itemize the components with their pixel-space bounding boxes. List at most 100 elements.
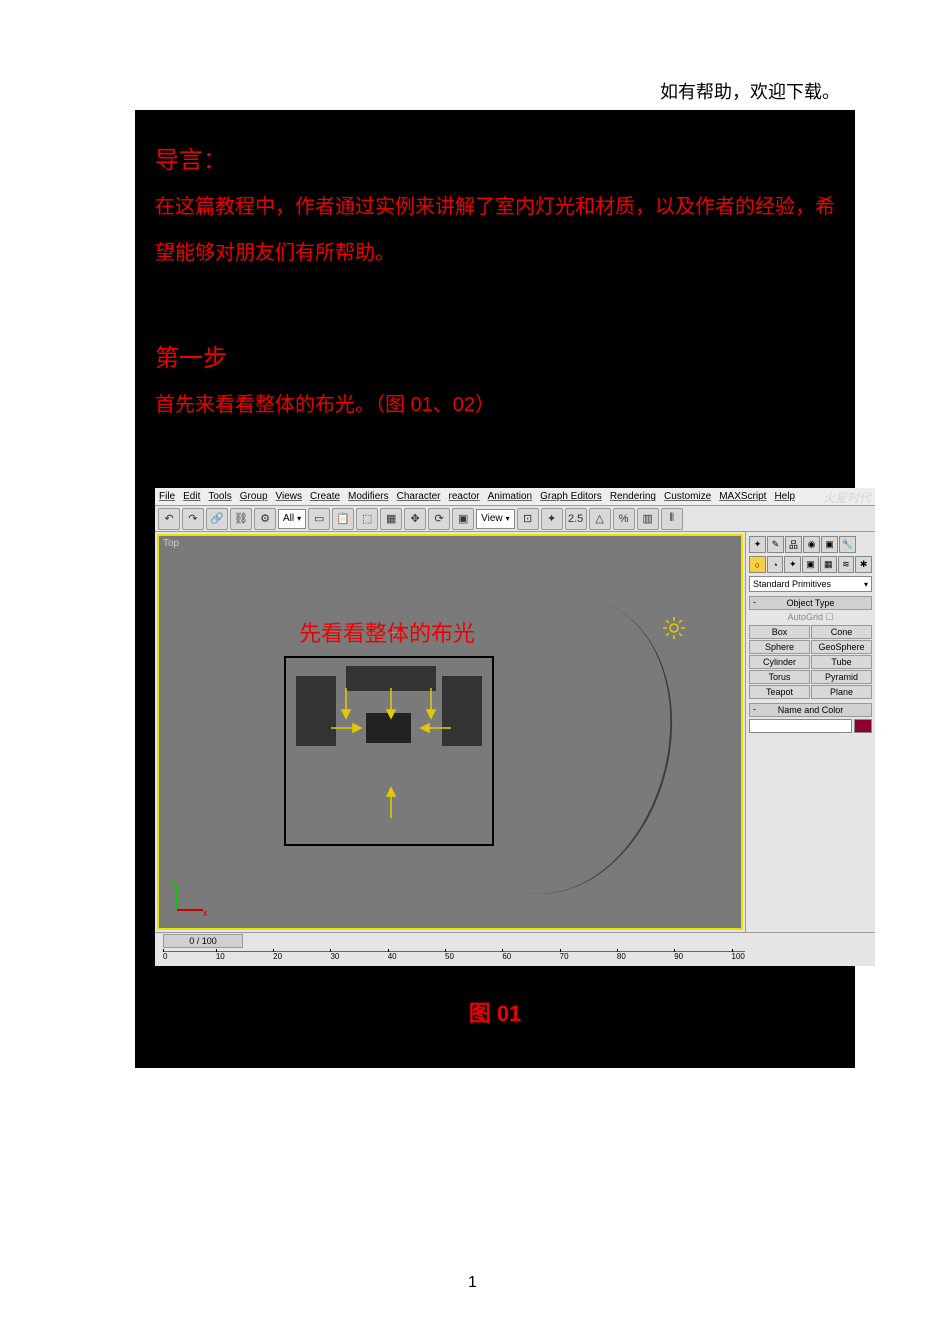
menu-file[interactable]: File	[159, 491, 175, 502]
manipulate-icon[interactable]: ✦	[541, 508, 563, 530]
helpers-tab-icon[interactable]: ▦	[820, 556, 837, 573]
tick: 10	[216, 952, 225, 965]
svg-text:y: y	[171, 878, 176, 888]
display-tab-icon[interactable]: ▣	[821, 536, 838, 553]
viewport-wrap: Top 先看看整体的布光	[155, 532, 745, 932]
menu-customize[interactable]: Customize	[664, 491, 711, 502]
rotate-icon[interactable]: ⟳	[428, 508, 450, 530]
lights-tab-icon[interactable]: ✦	[784, 556, 801, 573]
primitives-dropdown[interactable]: Standard Primitives	[749, 576, 872, 592]
cameras-tab-icon[interactable]: ▣	[802, 556, 819, 573]
tick: 50	[445, 952, 454, 965]
pivot-icon[interactable]: ⊡	[517, 508, 539, 530]
color-swatch[interactable]	[854, 719, 872, 733]
mirror-icon[interactable]: ▥	[637, 508, 659, 530]
box-button[interactable]: Box	[749, 625, 810, 639]
create-tab-icon[interactable]: ✦	[749, 536, 766, 553]
cylinder-button[interactable]: Cylinder	[749, 655, 810, 669]
tick: 90	[674, 952, 683, 965]
page-number: 1	[0, 1274, 945, 1292]
snap-icon[interactable]: 2.5	[565, 508, 587, 530]
name-color-header[interactable]: -Name and Color	[749, 703, 872, 717]
axis-gizmo-icon: y x	[169, 878, 209, 918]
menu-help[interactable]: Help	[774, 491, 795, 502]
select-name-icon[interactable]: 📋	[332, 508, 354, 530]
shapes-tab-icon[interactable]: ◔	[767, 556, 784, 573]
tick: 60	[502, 952, 511, 965]
menu-edit[interactable]: Edit	[183, 491, 200, 502]
menu-maxscript[interactable]: MAXScript	[719, 491, 766, 502]
figure-caption: 图 01	[155, 996, 835, 1028]
unlink-icon[interactable]: ⛓	[230, 508, 252, 530]
systems-tab-icon[interactable]: ✱	[855, 556, 872, 573]
object-buttons-grid: Box Cone Sphere GeoSphere Cylinder Tube …	[749, 625, 872, 699]
menu-grapheditors[interactable]: Graph Editors	[540, 491, 602, 502]
teapot-button[interactable]: Teapot	[749, 685, 810, 699]
selection-filter-dropdown[interactable]: All	[278, 509, 306, 529]
sun-icon	[662, 616, 686, 640]
percent-snap-icon[interactable]: %	[613, 508, 635, 530]
time-ruler[interactable]: 0 10 20 30 40 50 60 70 80 90 100	[163, 951, 745, 965]
name-input[interactable]	[749, 719, 852, 733]
tick: 70	[560, 952, 569, 965]
pyramid-button[interactable]: Pyramid	[811, 670, 872, 684]
menu-group[interactable]: Group	[240, 491, 268, 502]
tick: 80	[617, 952, 626, 965]
tick: 100	[732, 952, 745, 965]
autogrid-checkbox[interactable]: AutoGrid ☐	[749, 610, 872, 625]
viewport[interactable]: Top 先看看整体的布光	[157, 534, 743, 930]
modify-tab-icon[interactable]: ✎	[767, 536, 784, 553]
panel-tabs-row1: ✦ ✎ 品 ◉ ▣ 🔧	[749, 536, 872, 553]
menu-character[interactable]: Character	[397, 491, 441, 502]
light-arrows	[286, 658, 496, 848]
intro-body: 在这篇教程中，作者通过实例来讲解了室内灯光和材质，以及作者的经验，希望能够对朋友…	[155, 184, 835, 276]
bind-icon[interactable]: ⚙	[254, 508, 276, 530]
utilities-tab-icon[interactable]: 🔧	[839, 536, 856, 553]
intro-label: 导言：	[155, 138, 835, 184]
tick: 30	[330, 952, 339, 965]
command-panel: ✦ ✎ 品 ◉ ▣ 🔧 ○ ◔ ✦ ▣ ▦ ≋ ✱	[745, 532, 875, 932]
object-type-header[interactable]: -Object Type	[749, 596, 872, 610]
ref-coord-dropdown[interactable]: View	[476, 509, 515, 529]
menu-tools[interactable]: Tools	[208, 491, 231, 502]
step1-body: 首先来看看整体的布光。（图 01、02）	[155, 382, 835, 428]
select-icon[interactable]: ▭	[308, 508, 330, 530]
step1-label: 第一步	[155, 336, 835, 382]
window-crossing-icon[interactable]: ▦	[380, 508, 402, 530]
torus-button[interactable]: Torus	[749, 670, 810, 684]
toolbar: 火星时代 ↶ ↷ 🔗 ⛓ ⚙ All ▭ 📋 ⬚ ▦ ✥ ⟳ ▣ View ⊡ …	[155, 506, 875, 532]
timeline: 0 / 100 0 10 20 30 40 50 60 70 80 90 100	[155, 932, 875, 966]
plane-button[interactable]: Plane	[811, 685, 872, 699]
watermark: 火星时代	[823, 489, 871, 506]
hierarchy-tab-icon[interactable]: 品	[785, 536, 802, 553]
link-icon[interactable]: 🔗	[206, 508, 228, 530]
undo-icon[interactable]: ↶	[158, 508, 180, 530]
menu-create[interactable]: Create	[310, 491, 340, 502]
tube-button[interactable]: Tube	[811, 655, 872, 669]
redo-icon[interactable]: ↷	[182, 508, 204, 530]
spacewarps-tab-icon[interactable]: ≋	[838, 556, 855, 573]
menu-views[interactable]: Views	[276, 491, 303, 502]
app-screenshot: File Edit Tools Group Views Create Modif…	[155, 488, 875, 966]
time-slider[interactable]: 0 / 100	[163, 934, 243, 948]
select-rect-icon[interactable]: ⬚	[356, 508, 378, 530]
ray-line	[391, 632, 671, 633]
motion-tab-icon[interactable]: ◉	[803, 536, 820, 553]
scale-icon[interactable]: ▣	[452, 508, 474, 530]
angle-snap-icon[interactable]: △	[589, 508, 611, 530]
geometry-tab-icon[interactable]: ○	[749, 556, 766, 573]
menu-modifiers[interactable]: Modifiers	[348, 491, 389, 502]
sphere-button[interactable]: Sphere	[749, 640, 810, 654]
geosphere-button[interactable]: GeoSphere	[811, 640, 872, 654]
cone-button[interactable]: Cone	[811, 625, 872, 639]
tick: 0	[163, 952, 167, 965]
tick: 40	[388, 952, 397, 965]
menu-animation[interactable]: Animation	[488, 491, 532, 502]
align-icon[interactable]: ⫴	[661, 508, 683, 530]
help-text: 如有帮助，欢迎下载。	[660, 78, 840, 104]
article-panel: 导言： 在这篇教程中，作者通过实例来讲解了室内灯光和材质，以及作者的经验，希望能…	[135, 110, 855, 1068]
menu-reactor[interactable]: reactor	[449, 491, 480, 502]
viewport-label: Top	[163, 538, 179, 549]
menu-rendering[interactable]: Rendering	[610, 491, 656, 502]
move-icon[interactable]: ✥	[404, 508, 426, 530]
